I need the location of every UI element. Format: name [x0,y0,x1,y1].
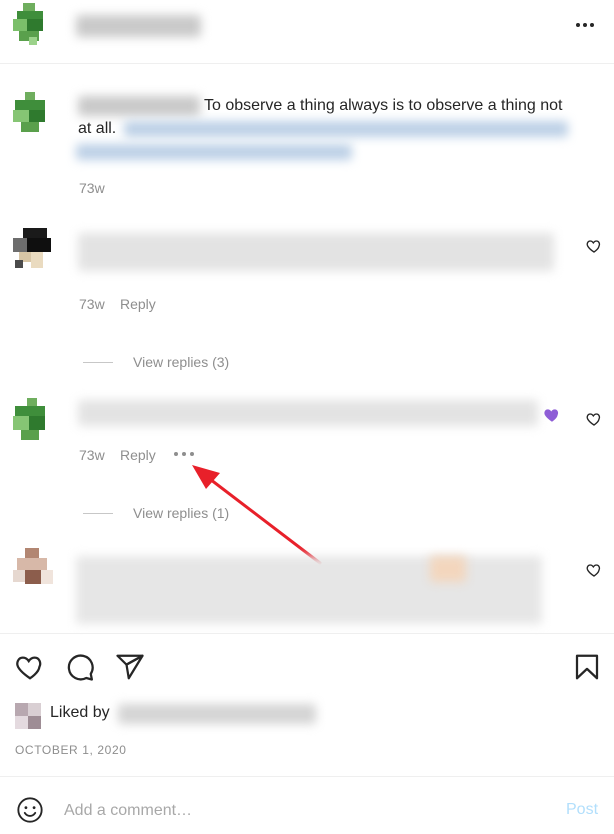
emoji-icon[interactable] [16,796,44,824]
heart-icon[interactable] [586,562,602,578]
caption-avatar[interactable] [13,92,55,134]
heart-icon[interactable] [15,652,45,682]
caption-text-continued: at all. [78,120,117,137]
more-options-button[interactable] [568,14,602,36]
composer-divider [0,776,614,777]
view-replies-line [83,513,113,514]
view-replies-line [83,362,113,363]
caption-hashtags[interactable] [124,121,568,137]
comment-text [78,400,538,426]
liked-by-label: Liked by [50,704,110,721]
comment-text [76,556,542,624]
heart-icon[interactable] [586,411,602,427]
post-date: OCTOBER 1, 2020 [15,743,127,757]
comment-icon[interactable] [65,652,95,682]
caption-text: To observe a thing always is to observe … [204,97,563,114]
reply-button[interactable]: Reply [120,447,156,463]
caption-timestamp: 73w [79,180,105,196]
comment-timestamp: 73w [79,447,105,463]
view-replies-button[interactable]: View replies (3) [133,354,229,370]
more-icon [576,23,580,27]
actions-divider [0,633,614,634]
comment-emoji [430,556,466,582]
comment-timestamp: 73w [79,296,105,312]
comment-text [78,233,554,271]
comment-input[interactable] [64,797,534,825]
author-username[interactable] [76,15,201,37]
author-avatar[interactable] [13,3,55,45]
more-icon [174,452,178,456]
bookmark-icon[interactable] [572,652,602,682]
heart-icon[interactable] [586,238,602,254]
liked-by-users[interactable] [118,704,316,724]
commenter-avatar[interactable] [13,228,55,270]
reply-button[interactable]: Reply [120,296,156,312]
liked-heart-icon[interactable] [543,406,561,424]
share-icon[interactable] [115,652,145,682]
caption-hashtags-2[interactable] [76,144,352,160]
commenter-avatar[interactable] [13,398,55,440]
caption-username[interactable] [78,96,200,116]
commenter-avatar[interactable] [13,548,55,590]
liker-avatar[interactable] [15,703,41,729]
header-divider [0,63,614,64]
post-button[interactable]: Post [566,801,598,819]
